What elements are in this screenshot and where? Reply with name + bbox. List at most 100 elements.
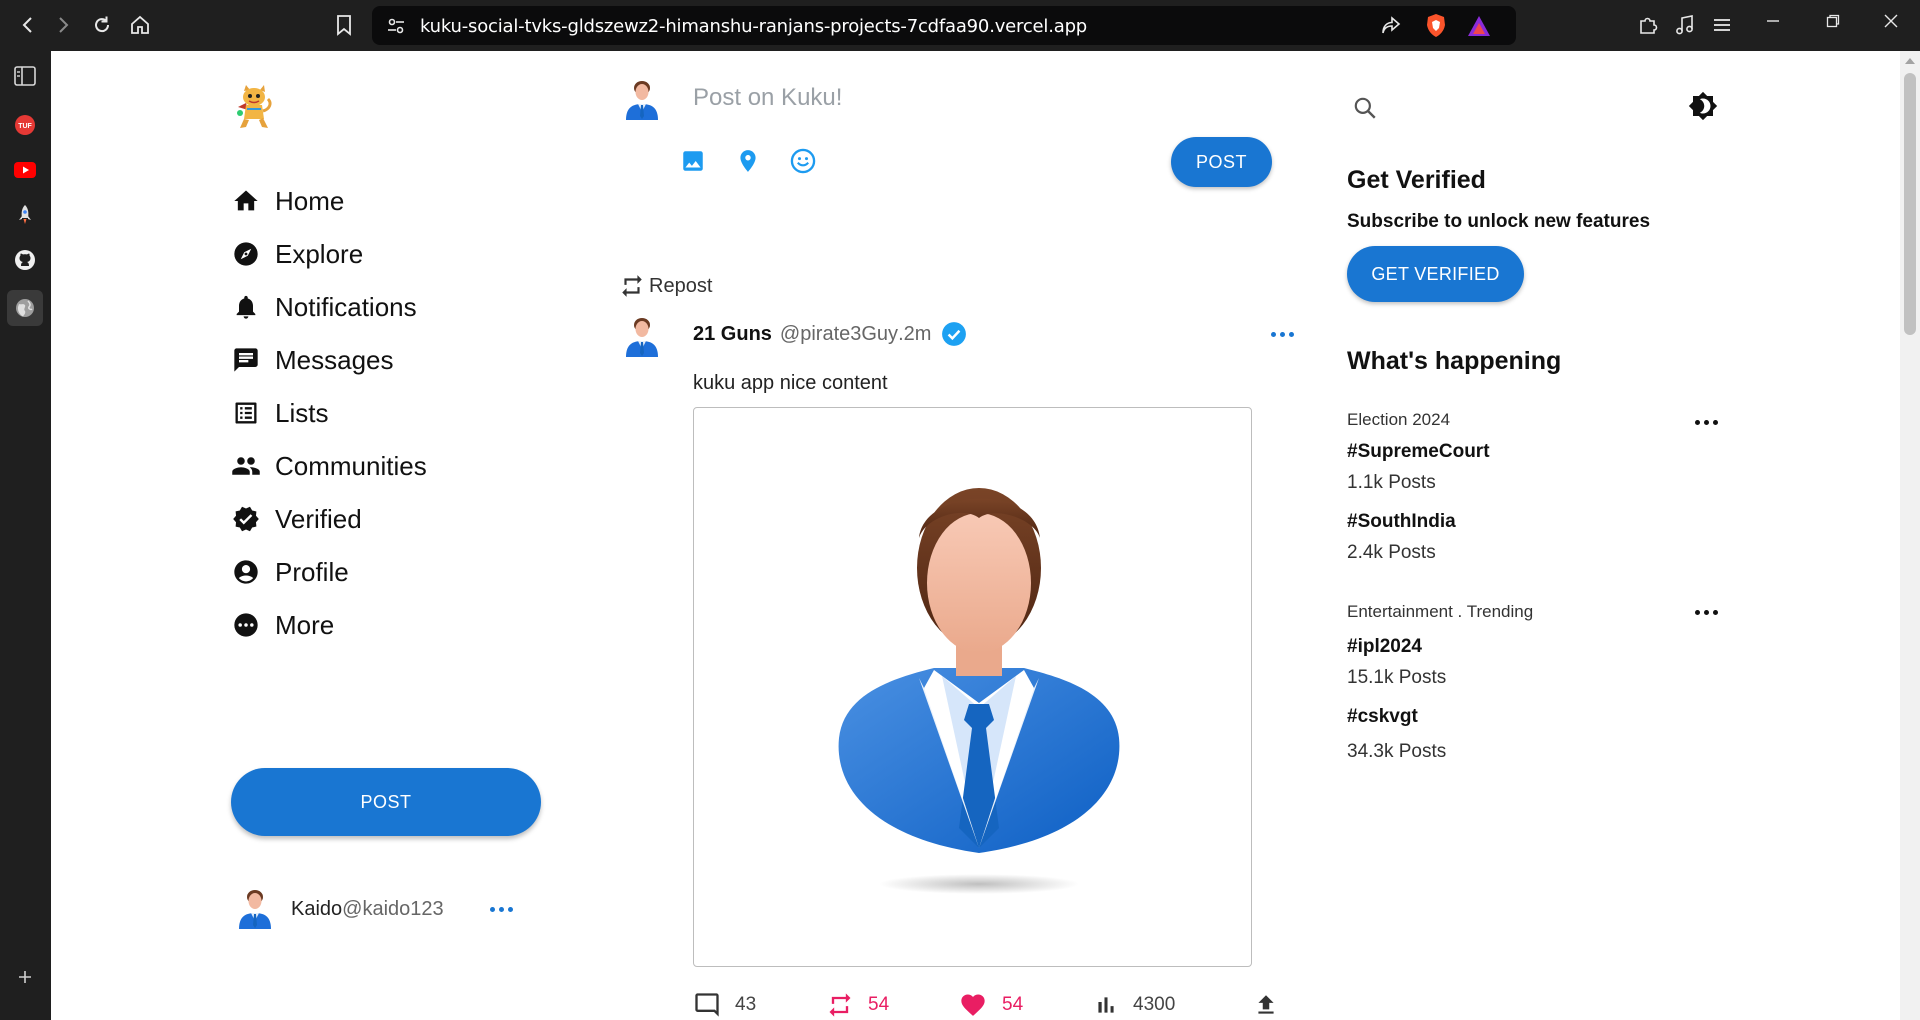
trend-tag[interactable]: #cskvgt xyxy=(1347,706,1418,728)
retweet-action[interactable]: 54 xyxy=(826,990,889,1020)
kuku-logo[interactable] xyxy=(232,83,276,131)
nav-label: Notifications xyxy=(275,291,417,322)
verified-badge-icon xyxy=(941,321,967,347)
trend-tag[interactable]: #ipl2024 xyxy=(1347,636,1422,658)
add-icon[interactable] xyxy=(11,963,39,991)
compose-post-button[interactable]: POST xyxy=(1171,137,1272,187)
tweet-time: .2m xyxy=(898,322,932,345)
tuf-icon[interactable]: TUF xyxy=(11,111,39,139)
nav-explore[interactable]: Explore xyxy=(231,234,363,274)
get-verified-button[interactable]: GET VERIFIED xyxy=(1347,246,1524,302)
comment-icon xyxy=(693,991,721,1019)
tweet-header: 21 Guns @pirate3Guy .2m xyxy=(693,321,967,347)
url-text[interactable]: kuku-social-tvks-gldszewz2-himanshu-ranj… xyxy=(420,16,1087,37)
trend-tag[interactable]: #SupremeCourt xyxy=(1347,441,1490,463)
composer-avatar xyxy=(622,78,662,122)
repost-indicator: Repost xyxy=(619,273,712,299)
nav-communities[interactable]: Communities xyxy=(231,446,427,486)
trend-count: 1.1k Posts xyxy=(1347,472,1436,493)
scroll-up-icon[interactable] xyxy=(1905,57,1915,65)
image-icon[interactable] xyxy=(678,146,708,176)
nav-verified[interactable]: Verified xyxy=(231,499,362,539)
brave-shield-icon[interactable] xyxy=(1425,13,1447,38)
account-handle: @kaido123 xyxy=(342,897,444,920)
repost-label: Repost xyxy=(649,274,713,297)
menu-icon[interactable] xyxy=(1709,12,1735,38)
retweet-count: 54 xyxy=(868,994,890,1015)
nav-label: Explore xyxy=(275,238,364,269)
get-verified-subtitle: Subscribe to unlock new features xyxy=(1347,211,1651,232)
github-icon[interactable] xyxy=(11,246,39,274)
extensions-icon[interactable] xyxy=(1635,12,1661,38)
account-name: Kaido xyxy=(291,897,343,920)
views-action[interactable]: 4300 xyxy=(1093,990,1175,1020)
share-action[interactable] xyxy=(1253,990,1279,1020)
sidebar-post-button[interactable]: POST xyxy=(231,768,541,836)
compose-input[interactable]: Post on Kuku! xyxy=(693,84,842,112)
upload-icon xyxy=(1253,992,1279,1018)
trend-tag[interactable]: #SouthIndia xyxy=(1347,511,1456,533)
whats-happening-title: What's happening xyxy=(1347,347,1562,375)
nav-label: Profile xyxy=(275,556,349,587)
explore-icon xyxy=(231,239,261,269)
search-icon[interactable] xyxy=(1352,95,1378,121)
tweet-more-icon[interactable] xyxy=(1271,332,1294,337)
page-scrollbar[interactable] xyxy=(1900,51,1920,1020)
rocket-icon[interactable] xyxy=(11,201,39,229)
like-action[interactable]: 54 xyxy=(958,990,1023,1020)
nav-label: Communities xyxy=(275,450,427,481)
web-page: Home Explore Notifications Messages List… xyxy=(51,51,1900,1020)
nav-home[interactable]: Home xyxy=(231,181,344,221)
trend-count: 15.1k Posts xyxy=(1347,667,1447,688)
back-icon[interactable] xyxy=(15,12,41,38)
media-icon[interactable] xyxy=(1672,12,1698,38)
restore-icon[interactable] xyxy=(1818,8,1848,34)
retweet-icon xyxy=(826,991,854,1019)
tweet-image[interactable] xyxy=(693,407,1252,967)
theme-toggle-icon[interactable] xyxy=(1688,91,1718,121)
bookmark-icon[interactable] xyxy=(331,12,357,38)
reload-icon[interactable] xyxy=(89,12,115,38)
browser-sidebar: TUF xyxy=(0,51,51,1020)
trend-category: Election 2024 xyxy=(1347,410,1451,429)
scroll-thumb[interactable] xyxy=(1904,73,1916,335)
site-settings-icon[interactable] xyxy=(386,16,406,36)
nav-label: Messages xyxy=(275,344,394,375)
heart-icon xyxy=(958,991,988,1019)
globe-icon[interactable] xyxy=(7,290,43,326)
account-more-icon[interactable] xyxy=(489,906,513,912)
location-icon[interactable] xyxy=(733,146,763,176)
address-bar[interactable]: kuku-social-tvks-gldszewz2-himanshu-ranj… xyxy=(372,6,1516,45)
rewards-icon[interactable] xyxy=(1467,15,1491,37)
nav-lists[interactable]: Lists xyxy=(231,393,328,433)
more-icon xyxy=(231,610,261,640)
minimize-icon[interactable] xyxy=(1758,8,1788,34)
tweet-author-name[interactable]: 21 Guns xyxy=(693,323,772,346)
bell-icon xyxy=(231,292,261,322)
nav-profile[interactable]: Profile xyxy=(231,552,349,592)
trend-more-icon[interactable] xyxy=(1695,420,1718,425)
nav-label: Home xyxy=(275,185,345,216)
tweet-avatar[interactable] xyxy=(622,315,662,359)
bar-chart-icon xyxy=(1093,992,1119,1018)
sidebar-toggle-icon[interactable] xyxy=(11,62,39,90)
close-icon[interactable] xyxy=(1876,8,1906,34)
list-icon xyxy=(231,398,261,428)
nav-more[interactable]: More xyxy=(231,605,334,645)
nav-label: More xyxy=(275,609,335,640)
emoji-icon[interactable] xyxy=(788,146,818,176)
tweet-actions: 43 54 54 4300 xyxy=(693,990,1293,1020)
nav-messages[interactable]: Messages xyxy=(231,340,394,380)
youtube-icon[interactable] xyxy=(11,156,39,184)
message-icon xyxy=(231,345,261,375)
nav-notifications[interactable]: Notifications xyxy=(231,287,417,327)
account-switcher[interactable]: Kaido @kaido123 xyxy=(235,887,513,931)
home-browser-icon[interactable] xyxy=(127,12,153,38)
reply-action[interactable]: 43 xyxy=(693,990,756,1020)
trend-more-icon[interactable] xyxy=(1695,610,1718,615)
reply-count: 43 xyxy=(735,994,757,1015)
forward-icon[interactable] xyxy=(50,12,76,38)
tweet-author-handle[interactable]: @pirate3Guy xyxy=(780,323,898,346)
trend-count: 2.4k Posts xyxy=(1347,542,1436,563)
share-icon[interactable] xyxy=(1380,15,1402,37)
